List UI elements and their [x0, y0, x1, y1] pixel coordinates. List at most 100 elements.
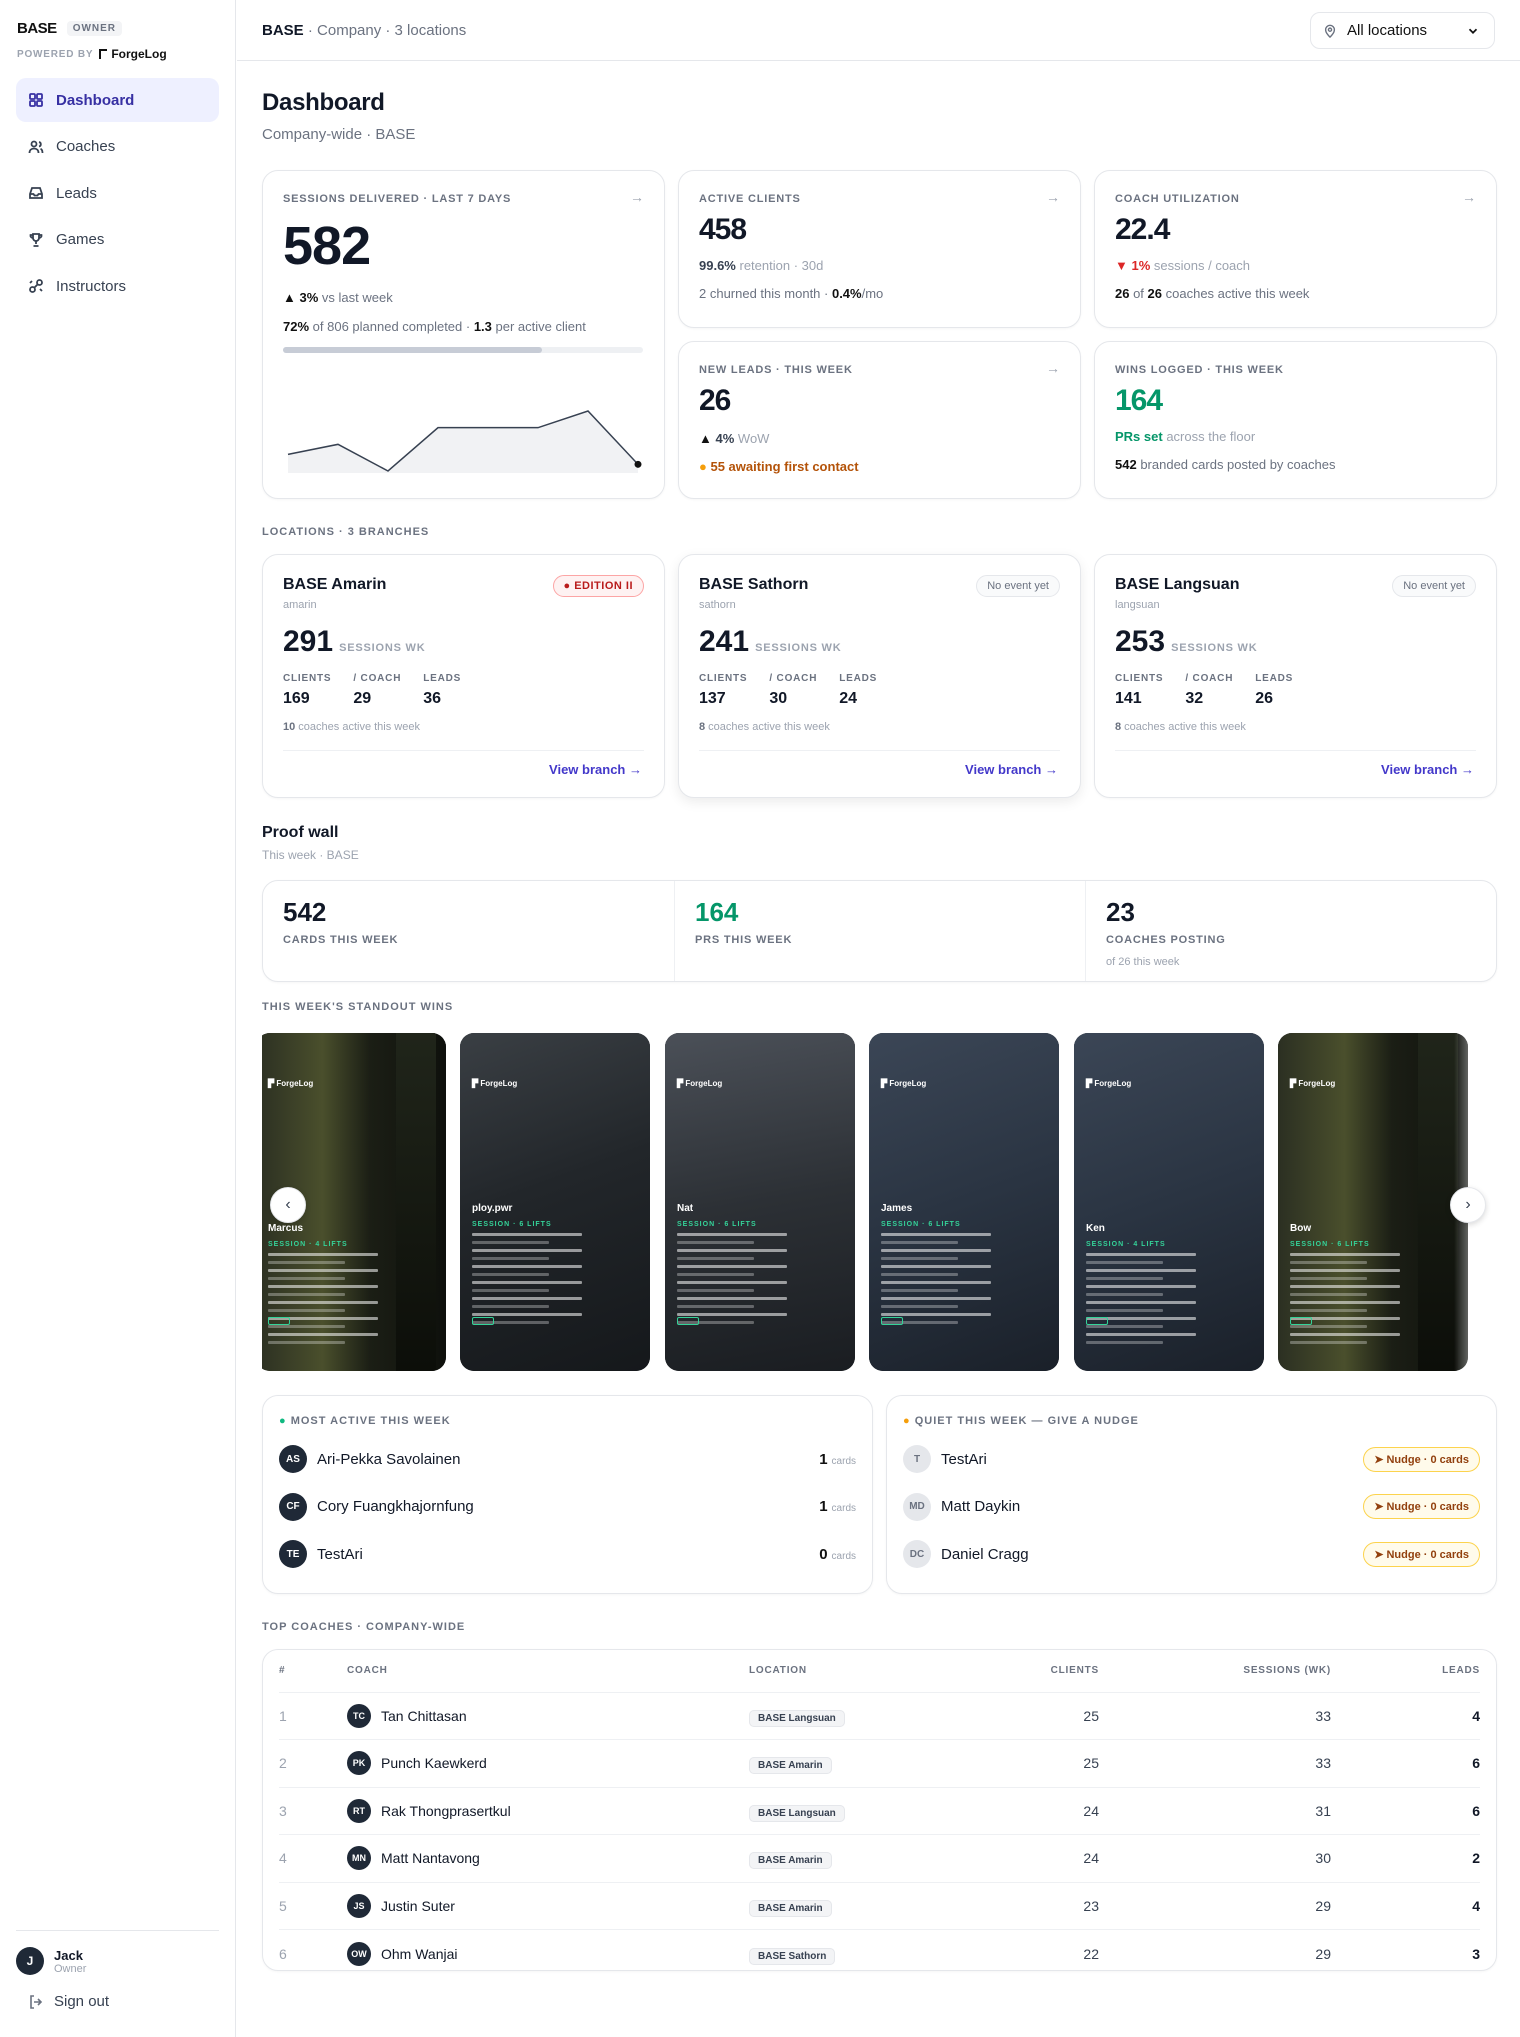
win-card[interactable]: ▛ ForgeLog Bow SESSION · 6 LIFTS: [1278, 1033, 1468, 1371]
branch-sessions-value: 253: [1115, 625, 1166, 658]
quiet-panel: ● QUIET THIS WEEK — GIVE A NUDGE T TestA…: [886, 1395, 1497, 1594]
powered-by: POWERED BY ForgeLog: [17, 47, 167, 61]
list-item[interactable]: TE TestAri 0 cards: [279, 1538, 856, 1570]
coach-name: Ohm Wanjai: [381, 1945, 458, 1962]
avatar: AS: [279, 1445, 307, 1473]
win-card[interactable]: ▛ ForgeLog ploy.pwr SESSION · 6 LIFTS: [460, 1033, 650, 1371]
sidebar-item-dashboard[interactable]: Dashboard: [16, 78, 219, 122]
proof-value: 542: [283, 897, 327, 927]
lift-line: [472, 1233, 582, 1236]
list-item[interactable]: CF Cory Fuangkhajornfung 1 cards: [279, 1491, 856, 1523]
proof-coaches-stat: 23 COACHES POSTING of 26 this week: [1085, 881, 1496, 981]
avatar: PK: [347, 1751, 371, 1776]
lift-detail-line: [472, 1305, 549, 1308]
table-row[interactable]: 3 RT Rak Thongprasertkul BASE Langsuan 24…: [279, 1787, 1480, 1835]
coach-cell: RT Rak Thongprasertkul: [347, 1787, 749, 1835]
athlete-name: James: [881, 1203, 913, 1214]
stat-label: / COACH: [769, 673, 818, 684]
kpi-churn: 2 churned this month · 0.4%/mo: [699, 286, 883, 301]
list-item[interactable]: AS Ari-Pekka Savolainen 1 cards: [279, 1443, 856, 1475]
lift-detail-line: [1086, 1277, 1163, 1280]
trophy-icon: [29, 232, 43, 247]
kpi-coach-utilization-card[interactable]: COACH UTILIZATION → 22.4 ▼ 1% sessions /…: [1094, 170, 1497, 328]
branch-card[interactable]: BASE Sathorn sathorn No event yet 241 SES…: [678, 554, 1081, 798]
view-branch-link[interactable]: View branch →: [1381, 762, 1474, 777]
lift-detail-line: [268, 1293, 345, 1296]
lift-detail-line: [1086, 1293, 1163, 1296]
table-row[interactable]: 2 PK Punch Kaewkerd BASE Amarin 25 33 6: [279, 1739, 1480, 1788]
breadcrumb-company: BASE: [262, 21, 304, 39]
kpi-delta-text: vs last week: [321, 290, 393, 305]
forgelog-logo-text: ForgeLog: [276, 1079, 314, 1088]
table-row[interactable]: 1 TC Tan Chittasan BASE Langsuan 25 33 4: [279, 1692, 1480, 1740]
win-card[interactable]: ▛ ForgeLog Ken SESSION · 4 LIFTS: [1074, 1033, 1264, 1371]
location-cell: BASE Sathorn: [749, 1930, 1009, 1978]
sidebar-item-games[interactable]: Games: [16, 218, 219, 262]
card-count-value: 0: [819, 1545, 828, 1563]
view-branch-link[interactable]: View branch →: [965, 762, 1058, 777]
send-icon: ➤: [1374, 1453, 1387, 1466]
lift-detail-line: [677, 1257, 754, 1260]
branch-card[interactable]: BASE Amarin amarin ● EDITION II 291 SESSI…: [262, 554, 665, 798]
kpi-sessions-card[interactable]: SESSIONS DELIVERED · LAST 7 DAYS → 582 ▲…: [262, 170, 665, 499]
kpi-wins-card[interactable]: WINS LOGGED · THIS WEEK 164 PRs set acro…: [1094, 341, 1497, 499]
session-label: SESSION · 6 LIFTS: [1290, 1241, 1370, 1248]
most-active-panel: ● MOST ACTIVE THIS WEEK AS Ari-Pekka Sav…: [262, 1395, 873, 1594]
location-pill: BASE Langsuan: [749, 1709, 845, 1727]
branch-card[interactable]: BASE Langsuan langsuan No event yet 253 S…: [1094, 554, 1497, 798]
lift-line: [1086, 1269, 1196, 1272]
user-role: Owner: [54, 1962, 87, 1975]
avatar: OW: [347, 1941, 371, 1966]
location-select[interactable]: All locations: [1310, 12, 1495, 49]
kpi-value: 26: [699, 384, 731, 417]
sessions-cell: 29: [1315, 1945, 1331, 1962]
divider: [1115, 750, 1476, 751]
kpi-delta-value: 3%: [299, 290, 319, 305]
view-branch-link[interactable]: View branch →: [549, 762, 642, 777]
branch-stat-per-coach: / COACH 29: [353, 673, 401, 708]
col-rank: #: [279, 1650, 347, 1693]
user-profile[interactable]: J Jack Owner: [16, 1947, 219, 1975]
table-row[interactable]: 4 MN Matt Nantavong BASE Amarin 24 30 2: [279, 1834, 1480, 1883]
kpi-active-clients-card[interactable]: ACTIVE CLIENTS → 458 99.6% retention · 3…: [678, 170, 1081, 328]
athlete-name: Marcus: [268, 1223, 304, 1234]
lift-line: [472, 1265, 582, 1268]
sidebar-item-coaches[interactable]: Coaches: [16, 125, 219, 169]
nudge-button[interactable]: ➤ Nudge · 0 cards: [1363, 1446, 1480, 1472]
churn-text: 2 churned this month ·: [699, 286, 832, 301]
lift-list: [677, 1233, 787, 1329]
clients-cell: 23: [1009, 1882, 1099, 1930]
table-row[interactable]: 5 JS Justin Suter BASE Amarin 23 29 4: [279, 1882, 1480, 1930]
table-row[interactable]: 6 OW Ohm Wanjai BASE Sathorn 22 29 3: [279, 1930, 1480, 1978]
nudge-button[interactable]: ➤ Nudge · 0 cards: [1363, 1494, 1480, 1519]
forgelog-logo-text: ForgeLog: [685, 1079, 723, 1088]
branch-name: BASE Sathorn: [699, 576, 809, 593]
carousel-prev-button[interactable]: ‹: [270, 1187, 306, 1223]
active-text: coaches active this week: [295, 721, 420, 733]
session-label: SESSION · 4 LIFTS: [268, 1241, 348, 1248]
kpi-label: NEW LEADS · THIS WEEK: [699, 364, 853, 376]
win-card[interactable]: ▛ ForgeLog Nat SESSION · 6 LIFTS: [665, 1033, 855, 1371]
sessions-cell: 31: [1099, 1787, 1331, 1835]
most-active-label-text: MOST ACTIVE THIS WEEK: [290, 1415, 451, 1427]
proof-value: 23: [1106, 897, 1135, 927]
location-pill: BASE Sathorn: [749, 1947, 836, 1965]
stat-label: LEADS: [839, 673, 878, 684]
nudge-label: Nudge · 0 cards: [1386, 1501, 1469, 1513]
lift-detail-line: [677, 1241, 754, 1244]
nudge-button[interactable]: ➤ Nudge · 0 cards: [1363, 1541, 1480, 1567]
chevron-right-icon: ›: [1465, 1196, 1471, 1213]
standout-wins-carousel[interactable]: ▛ ForgeLog Marcus SESSION · 4 LIFTS ▛ Fo…: [262, 1033, 1494, 1371]
sidebar-item-leads[interactable]: Leads: [16, 171, 219, 215]
branch-active-coaches: 8 coaches active this week: [699, 721, 830, 733]
sidebar-item-instructors[interactable]: Instructors: [16, 264, 219, 308]
carousel-next-button[interactable]: ›: [1450, 1187, 1486, 1223]
kpi-new-leads-card[interactable]: NEW LEADS · THIS WEEK → 26 ▲ 4% WoW ● 55…: [678, 341, 1081, 499]
lift-line: [677, 1313, 787, 1316]
lift-line: [1086, 1285, 1196, 1288]
win-card[interactable]: ▛ ForgeLog James SESSION · 6 LIFTS: [869, 1033, 1059, 1371]
branch-stat-clients: CLIENTS 141: [1115, 673, 1163, 708]
sign-out-button[interactable]: Sign out: [16, 1993, 219, 2010]
leads-cell: 6: [1331, 1739, 1480, 1788]
breadcrumb-rest: · Company · 3 locations: [303, 21, 467, 39]
